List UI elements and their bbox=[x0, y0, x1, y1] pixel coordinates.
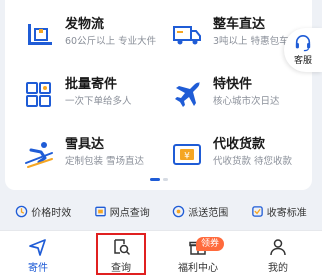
service-subtitle: 一次下单给多人 bbox=[65, 96, 132, 107]
yuan-card-icon: ¥ bbox=[171, 138, 203, 170]
service-cod[interactable]: ¥ 代收货款 代收货款 待您收款 bbox=[171, 136, 292, 176]
tab-label: 福利中心 bbox=[178, 262, 218, 274]
airplane-icon bbox=[171, 78, 203, 110]
service-express[interactable]: 特快件 核心城市次日达 bbox=[171, 76, 280, 116]
service-subtitle: 代收货款 待您收款 bbox=[213, 156, 293, 167]
skier-icon bbox=[23, 138, 55, 170]
service-ski[interactable]: 雪具达 定制包装 雪场直达 bbox=[23, 136, 144, 176]
quick-links: 价格时效 网点查询 派送范围 收寄标准 bbox=[0, 196, 322, 226]
service-fawuliu[interactable]: 发物流 60公斤以上 专业大件 bbox=[23, 16, 156, 56]
service-title: 雪具达 bbox=[65, 137, 105, 152]
truck-icon bbox=[171, 18, 203, 50]
service-title: 发物流 bbox=[65, 17, 105, 32]
coupon-badge: 领券 bbox=[196, 237, 225, 251]
quick-link-outlet[interactable]: 网点查询 bbox=[94, 204, 150, 219]
tab-mine[interactable]: 我的 bbox=[246, 231, 310, 278]
page-indicator bbox=[5, 178, 312, 181]
service-zhengche[interactable]: 整车直达 3吨以上 特惠包车 bbox=[171, 16, 289, 56]
quick-link-standard[interactable]: 收寄标准 bbox=[251, 204, 307, 219]
tab-label: 我的 bbox=[268, 262, 288, 274]
standard-icon bbox=[251, 205, 263, 217]
batch-grid-icon bbox=[23, 78, 55, 110]
pallet-box-icon bbox=[23, 18, 55, 50]
customer-service-label: 客服 bbox=[293, 56, 312, 66]
service-batch[interactable]: 批量寄件 一次下单给多人 bbox=[23, 76, 132, 116]
user-icon bbox=[270, 238, 286, 255]
service-subtitle: 定制包装 雪场直达 bbox=[65, 156, 145, 167]
search-icon bbox=[114, 238, 130, 255]
price-time-icon bbox=[15, 205, 28, 217]
tab-label: 寄件 bbox=[28, 262, 48, 274]
service-subtitle: 3吨以上 特惠包车 bbox=[213, 36, 289, 47]
service-title: 整车直达 bbox=[213, 17, 266, 32]
customer-service-button[interactable]: 客服 bbox=[284, 28, 322, 72]
delivery-range-icon bbox=[172, 205, 185, 217]
outlet-icon bbox=[94, 206, 106, 216]
service-subtitle: 60公斤以上 专业大件 bbox=[65, 36, 157, 47]
quick-link-label: 网点查询 bbox=[109, 207, 150, 219]
tab-label: 查询 bbox=[111, 262, 131, 274]
service-title: 批量寄件 bbox=[65, 77, 118, 92]
page-dot-active bbox=[149, 178, 160, 181]
services-card: 发物流 60公斤以上 专业大件 整车直达 3吨以上 特惠包车 批量寄件 一次下单… bbox=[5, 0, 312, 190]
send-icon bbox=[29, 238, 46, 256]
service-subtitle: 核心城市次日达 bbox=[213, 96, 280, 107]
svg-text:¥: ¥ bbox=[184, 152, 190, 162]
page-dot bbox=[162, 178, 168, 181]
service-title: 特快件 bbox=[213, 77, 253, 92]
quick-link-label: 派送范围 bbox=[188, 207, 229, 219]
quick-link-delivery-range[interactable]: 派送范围 bbox=[172, 204, 228, 219]
quick-link-label: 价格时效 bbox=[31, 207, 72, 219]
quick-link-label: 收寄标准 bbox=[266, 207, 307, 219]
quick-link-price-time[interactable]: 价格时效 bbox=[15, 204, 71, 219]
bottom-tab-bar: 寄件 查询 福利中心 我的 bbox=[0, 230, 322, 278]
service-title: 代收货款 bbox=[213, 137, 266, 152]
headset-icon bbox=[295, 34, 311, 52]
tab-query[interactable]: 查询 bbox=[89, 231, 153, 278]
tab-send[interactable]: 寄件 bbox=[6, 231, 70, 278]
